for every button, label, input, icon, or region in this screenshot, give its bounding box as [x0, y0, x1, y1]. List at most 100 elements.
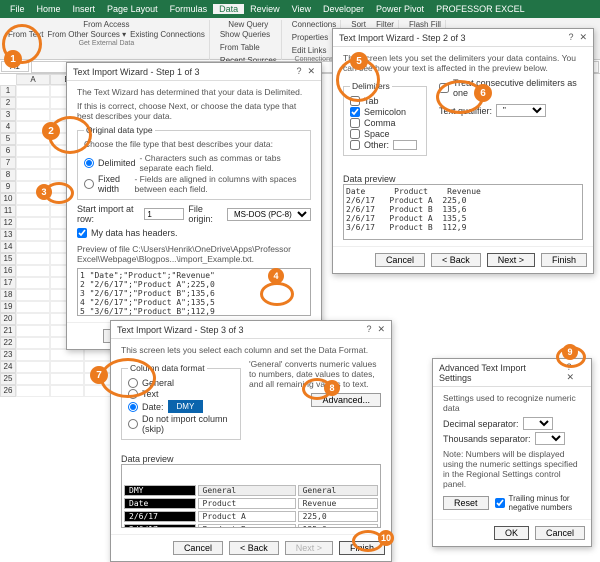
date-radio[interactable] [128, 402, 138, 412]
edit-links-button[interactable]: Edit Links [292, 46, 327, 55]
file-origin-label: File origin: [188, 204, 223, 224]
row-6[interactable]: 6 [0, 145, 16, 157]
row-10[interactable]: 10 [0, 193, 16, 205]
step1-hint2: If this is correct, choose Next, or choo… [77, 101, 311, 121]
comma-checkbox[interactable] [350, 118, 360, 128]
step2-finish-button[interactable]: Finish [541, 253, 587, 267]
callout-5: 5 [336, 58, 380, 102]
tab-professor[interactable]: PROFESSOR EXCEL [430, 4, 531, 14]
tab-view[interactable]: View [286, 4, 317, 14]
headers-label: My data has headers. [91, 228, 178, 238]
dialog-step2-title: Text Import Wizard - Step 2 of 3 [339, 33, 466, 43]
space-checkbox[interactable] [350, 129, 360, 139]
date-format-select[interactable]: DMY [168, 400, 204, 413]
tab-powerpivot[interactable]: Power Pivot [370, 4, 430, 14]
close-icon[interactable]: ✕ [377, 324, 385, 334]
row-12[interactable]: 12 [0, 217, 16, 229]
tab-pagelayout[interactable]: Page Layout [101, 4, 164, 14]
row-2[interactable]: 2 [0, 97, 16, 109]
row-20[interactable]: 20 [0, 313, 16, 325]
tab-home[interactable]: Home [31, 4, 67, 14]
callout-1: 1 [2, 24, 42, 64]
file-origin-select[interactable]: MS-DOS (PC-8) [227, 208, 311, 221]
step2-next-button[interactable]: Next > [487, 253, 535, 267]
row-14[interactable]: 14 [0, 241, 16, 253]
row-24[interactable]: 24 [0, 361, 16, 373]
step3-hint: This screen lets you select each column … [121, 345, 381, 355]
new-query-button[interactable]: New Query [228, 20, 268, 29]
adv-cancel-button[interactable]: Cancel [535, 526, 585, 540]
from-other-button[interactable]: From Other Sources ▾ [47, 30, 126, 39]
tab-data[interactable]: Data [213, 4, 244, 14]
headers-checkbox[interactable] [77, 228, 87, 238]
help-icon[interactable]: ? [366, 324, 371, 334]
delimited-radio[interactable] [84, 158, 94, 168]
thousands-label: Thousands separator: [443, 434, 531, 444]
row-23[interactable]: 23 [0, 349, 16, 361]
skip-radio[interactable] [128, 419, 138, 429]
tab-developer[interactable]: Developer [317, 4, 370, 14]
adv-ok-button[interactable]: OK [494, 526, 529, 540]
other-checkbox[interactable] [350, 140, 360, 150]
from-access-button[interactable]: From Access [83, 20, 129, 29]
row-17[interactable]: 17 [0, 277, 16, 289]
row-3[interactable]: 3 [0, 109, 16, 121]
show-queries-button[interactable]: Show Queries [220, 30, 270, 39]
thousands-select[interactable] [535, 432, 565, 445]
semicolon-checkbox[interactable] [350, 107, 360, 117]
date-label: Date: [142, 402, 164, 412]
tab-file[interactable]: File [4, 4, 31, 14]
from-table-button[interactable]: From Table [220, 43, 260, 52]
close-icon[interactable]: ✕ [567, 372, 575, 382]
trailing-minus-label: Trailing minus for negative numbers [509, 494, 581, 512]
row-8[interactable]: 8 [0, 169, 16, 181]
properties-button[interactable]: Properties [292, 33, 328, 42]
step3-back-button[interactable]: < Back [229, 541, 279, 555]
help-icon[interactable]: ? [296, 66, 301, 76]
row-7[interactable]: 7 [0, 157, 16, 169]
existing-conn-button[interactable]: Existing Connections [130, 30, 205, 39]
step2-back-button[interactable]: < Back [431, 253, 481, 267]
original-data-type-legend: Original data type [84, 125, 155, 135]
row-25[interactable]: 25 [0, 373, 16, 385]
callout-7: 7 [100, 358, 156, 398]
other-input[interactable] [393, 140, 417, 150]
row-1[interactable]: 1 [0, 85, 16, 97]
row-16[interactable]: 16 [0, 265, 16, 277]
step1-hint1: The Text Wizard has determined that your… [77, 87, 311, 97]
close-icon[interactable]: ✕ [307, 66, 315, 76]
row-15[interactable]: 15 [0, 253, 16, 265]
tab-review[interactable]: Review [244, 4, 286, 14]
col-a[interactable]: A [16, 74, 50, 85]
row-4[interactable]: 4 [0, 121, 16, 133]
callout-3: 3 [44, 182, 74, 204]
step2-cancel-button[interactable]: Cancel [375, 253, 425, 267]
callout-8: 8 [302, 378, 332, 400]
row-18[interactable]: 18 [0, 289, 16, 301]
tab-insert[interactable]: Insert [67, 4, 102, 14]
help-icon[interactable]: ? [568, 32, 573, 42]
row-21[interactable]: 21 [0, 325, 16, 337]
close-icon[interactable]: ✕ [579, 32, 587, 42]
step3-preview: DMYGeneralGeneral DateProductRevenue 2/6… [121, 464, 381, 528]
step3-dp-label: Data preview [121, 454, 381, 464]
text-qualifier-select[interactable]: " [496, 104, 546, 117]
row-26[interactable]: 26 [0, 385, 16, 397]
reset-button[interactable]: Reset [443, 496, 489, 510]
decimal-select[interactable] [523, 417, 553, 430]
row-22[interactable]: 22 [0, 337, 16, 349]
row-19[interactable]: 19 [0, 301, 16, 313]
trailing-minus-checkbox[interactable] [495, 498, 505, 508]
connections-button[interactable]: Connections [292, 20, 336, 29]
fixed-width-radio[interactable] [84, 179, 94, 189]
tab-formulas[interactable]: Formulas [164, 4, 214, 14]
choose-file-type: Choose the file type that best describes… [84, 139, 304, 149]
row-9[interactable]: 9 [0, 181, 16, 193]
step3-cancel-button[interactable]: Cancel [173, 541, 223, 555]
start-row-input[interactable] [144, 208, 184, 220]
ribbon-tabs: File Home Insert Page Layout Formulas Da… [0, 0, 600, 18]
step2-dp-label: Data preview [343, 174, 583, 184]
row-5[interactable]: 5 [0, 133, 16, 145]
row-13[interactable]: 13 [0, 229, 16, 241]
row-11[interactable]: 11 [0, 205, 16, 217]
